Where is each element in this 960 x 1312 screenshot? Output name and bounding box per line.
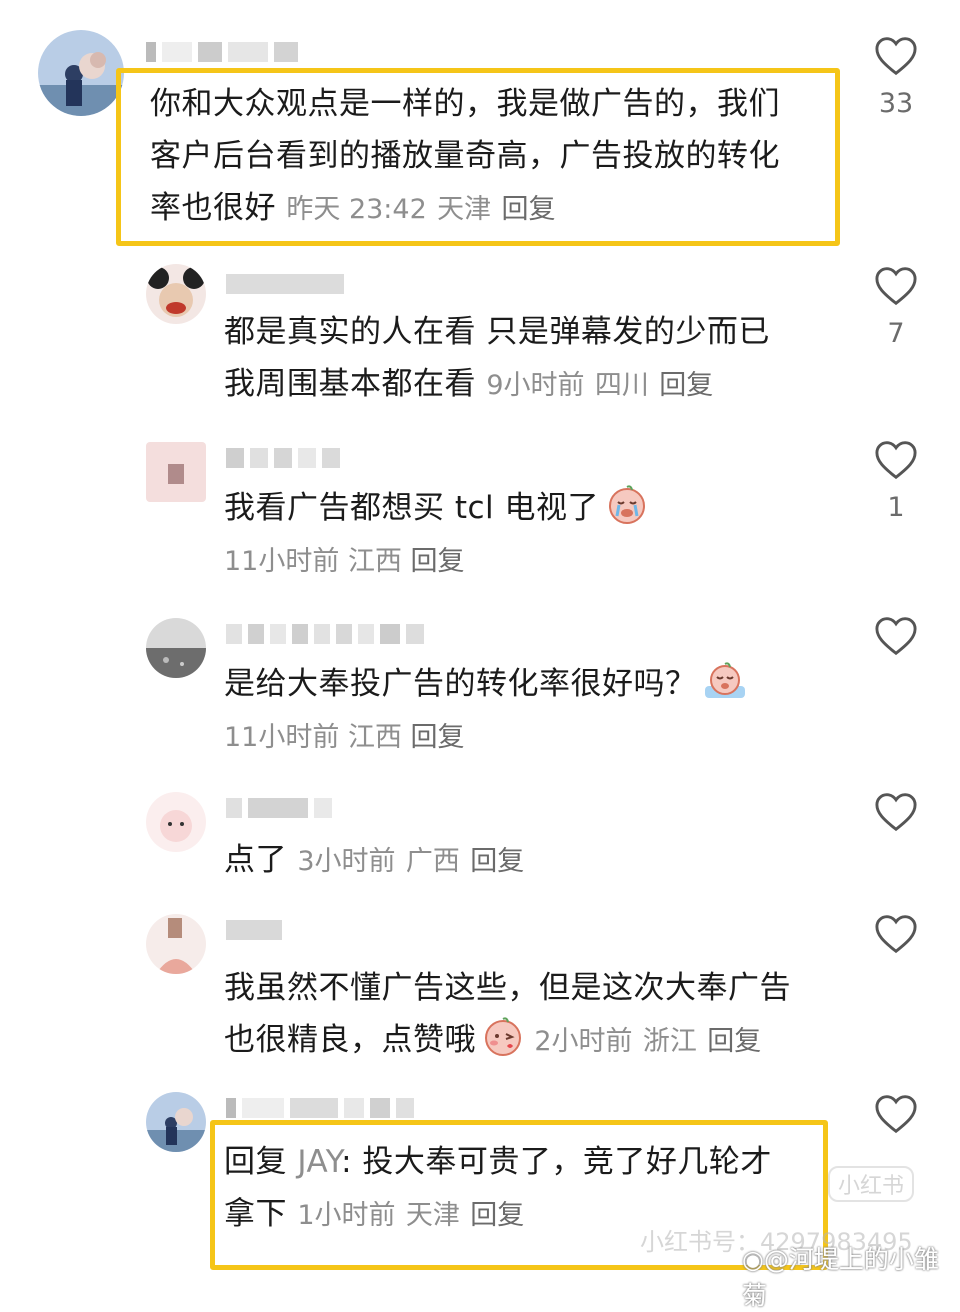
- reply-button[interactable]: 回复: [501, 194, 555, 225]
- username-blurred[interactable]: [146, 40, 298, 64]
- like-count: 1: [887, 492, 905, 523]
- comment-meta: 11小时前 江西 回复: [224, 542, 465, 582]
- reply-to-username[interactable]: JAY: [297, 1144, 341, 1180]
- comment-text: 点了 3小时前 广西 回复: [224, 842, 525, 878]
- comment-time: 3小时前: [297, 846, 396, 877]
- crying-face-emoji: [703, 660, 747, 716]
- avatar[interactable]: [38, 30, 124, 116]
- comment-item: 是给大奉投广告的转化率很好吗？ 11小时前 江西 回复: [0, 616, 960, 786]
- like-button[interactable]: 7: [866, 266, 926, 350]
- crying-face-emoji: [605, 484, 649, 540]
- comment-meta: 11小时前 江西 回复: [224, 718, 465, 758]
- reply-button[interactable]: 回复: [470, 846, 524, 877]
- like-button[interactable]: 1: [866, 440, 926, 524]
- weibo-icon: ◉: [742, 1245, 764, 1274]
- comment-location: 广西: [405, 846, 460, 877]
- heart-icon: [875, 441, 917, 480]
- username-blurred[interactable]: [226, 446, 340, 470]
- comment-time: 11小时前: [224, 546, 340, 577]
- username-blurred[interactable]: [226, 622, 424, 646]
- reply-button[interactable]: 回复: [659, 370, 713, 401]
- heart-icon: [875, 617, 917, 656]
- comment-time: 昨天 23:42: [286, 194, 427, 225]
- avatar[interactable]: [146, 1092, 206, 1152]
- like-button[interactable]: [866, 1094, 926, 1146]
- comment-location: 江西: [347, 722, 402, 753]
- comment-item: 我看广告都想买 tcl 电视了 11小时前 江西 回复 1: [0, 440, 960, 610]
- reply-button[interactable]: 回复: [411, 722, 465, 753]
- username-blurred[interactable]: [226, 1096, 414, 1120]
- heart-icon: [875, 267, 917, 306]
- avatar[interactable]: [146, 914, 206, 974]
- heart-icon: [875, 37, 917, 76]
- comment-time: 2小时前: [534, 1026, 633, 1057]
- like-count: 7: [887, 318, 905, 349]
- like-button[interactable]: [866, 792, 926, 844]
- weibo-watermark: ◉@河堤上的小雏菊: [742, 1245, 939, 1310]
- comment-item: 我虽然不懂广告这些，但是这次大奉广告 也很精良，点赞哦 2小时前 浙江 回复: [0, 914, 960, 1074]
- username-blurred[interactable]: [226, 272, 344, 296]
- comment-text: 都是真实的人在看 只是弹幕发的少而已 我周围基本都在看 9小时前 四川 回复: [224, 314, 770, 402]
- like-button[interactable]: 33: [866, 36, 926, 120]
- comment-time: 1小时前: [297, 1200, 396, 1231]
- like-button[interactable]: [866, 616, 926, 668]
- username-blurred[interactable]: [226, 796, 332, 820]
- comment-text: 我虽然不懂广告这些，但是这次大奉广告 也很精良，点赞哦 2小时前 浙江 回复: [224, 962, 791, 1072]
- platform-watermark: 小红书: [827, 1166, 914, 1202]
- comment-text: 你和大众观点是一样的，我是做广告的，我们 客户后台看到的播放量奇高，广告投放的转…: [150, 86, 780, 226]
- username-blurred[interactable]: [226, 918, 282, 942]
- comment-location: 四川: [594, 370, 649, 401]
- comment-item: 点了 3小时前 广西 回复: [0, 792, 960, 902]
- comment-text: 是给大奉投广告的转化率很好吗？: [224, 658, 747, 716]
- avatar[interactable]: [146, 264, 206, 324]
- reply-button[interactable]: 回复: [707, 1026, 761, 1057]
- comment-time: 11小时前: [224, 722, 340, 753]
- avatar[interactable]: [146, 618, 206, 678]
- avatar[interactable]: [146, 792, 206, 852]
- comment-text: 我看广告都想买 tcl 电视了: [224, 482, 649, 540]
- heart-icon: [875, 915, 917, 954]
- heart-icon: [875, 1095, 917, 1134]
- comment-location: 天津: [405, 1200, 460, 1231]
- avatar[interactable]: [146, 442, 206, 502]
- blushing-face-emoji: [482, 1016, 524, 1072]
- comment-item: 你和大众观点是一样的，我是做广告的，我们 客户后台看到的播放量奇高，广告投放的转…: [0, 0, 960, 250]
- comment-location: 天津: [437, 194, 492, 225]
- comment-time: 9小时前: [486, 370, 585, 401]
- comment-location: 浙江: [642, 1026, 697, 1057]
- comment-item: 都是真实的人在看 只是弹幕发的少而已 我周围基本都在看 9小时前 四川 回复 7: [0, 260, 960, 430]
- like-button[interactable]: [866, 914, 926, 966]
- like-count: 33: [878, 88, 914, 119]
- reply-button[interactable]: 回复: [411, 546, 465, 577]
- reply-button[interactable]: 回复: [470, 1200, 524, 1231]
- comment-location: 江西: [347, 546, 402, 577]
- heart-icon: [875, 793, 917, 832]
